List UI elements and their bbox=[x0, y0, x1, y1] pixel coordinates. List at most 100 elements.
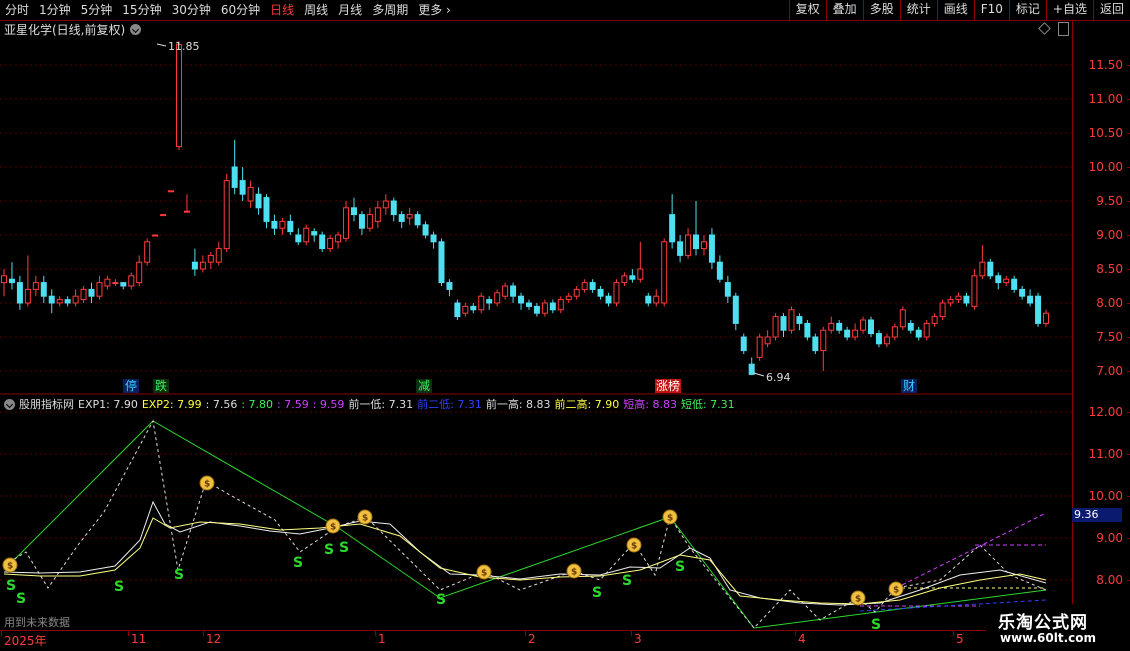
candle-body bbox=[207, 254, 214, 263]
candle-body bbox=[1043, 312, 1049, 324]
candle-body bbox=[1, 275, 7, 284]
money-bag-icon: $ bbox=[571, 568, 577, 578]
candle-body bbox=[875, 333, 882, 345]
price-dash-line bbox=[3, 419, 1047, 629]
candle-body bbox=[557, 299, 564, 311]
dropdown-circle-icon[interactable] bbox=[4, 398, 15, 410]
money-bag-icon: $ bbox=[7, 562, 13, 572]
candle-body bbox=[494, 292, 501, 304]
candle-body bbox=[589, 282, 596, 290]
indicator-value: 短低: 7.31 bbox=[680, 398, 735, 411]
candle-body bbox=[414, 214, 421, 226]
candle-body bbox=[80, 288, 87, 301]
event-tag[interactable]: 涨榜 bbox=[655, 379, 681, 393]
candle-body bbox=[422, 224, 429, 236]
stock-title: 亚星化学(日线,前复权) bbox=[4, 23, 126, 37]
sell-signal-icon: S bbox=[436, 592, 446, 608]
candle-body bbox=[486, 299, 493, 304]
candle-body bbox=[740, 336, 747, 352]
date-label: 5 bbox=[953, 631, 964, 646]
candle-body bbox=[390, 200, 397, 216]
candle-body bbox=[947, 299, 954, 304]
candle-body bbox=[756, 336, 763, 358]
candle-body bbox=[844, 329, 851, 338]
candle-body bbox=[1011, 278, 1018, 290]
money-bag-icon: $ bbox=[893, 586, 899, 596]
candle-body bbox=[541, 302, 548, 314]
sell-signal-icon: S bbox=[114, 579, 124, 595]
price-tick-label: 9.00 bbox=[1096, 228, 1130, 242]
date-label: 4 bbox=[795, 631, 806, 646]
candle-body bbox=[470, 305, 477, 311]
event-tag[interactable]: 减 bbox=[416, 379, 432, 393]
candle-body bbox=[48, 295, 55, 304]
candle-body bbox=[748, 363, 755, 375]
candle-body bbox=[764, 336, 771, 345]
candle-body bbox=[971, 275, 978, 307]
candle-body bbox=[366, 214, 373, 229]
candle-body bbox=[303, 227, 310, 243]
candle-body bbox=[915, 329, 922, 338]
candle-body bbox=[56, 299, 63, 304]
candle-body bbox=[263, 197, 270, 222]
candle-body bbox=[613, 282, 620, 304]
candle-body bbox=[478, 295, 485, 311]
zigzag-line bbox=[3, 420, 1047, 629]
candle-body bbox=[987, 261, 994, 277]
candle-body bbox=[685, 234, 692, 256]
watermark-title: 乐淘公式网 bbox=[998, 613, 1088, 633]
sell-signal-icon: S bbox=[324, 542, 334, 558]
candle-body bbox=[152, 234, 159, 237]
candle-body bbox=[955, 295, 962, 301]
candle-body bbox=[518, 295, 525, 304]
candle-body bbox=[661, 241, 668, 304]
high-price-label: 11.85 bbox=[168, 40, 200, 53]
candle-body bbox=[868, 319, 875, 335]
candle-body bbox=[112, 282, 119, 285]
low-pointer bbox=[753, 372, 765, 377]
candle-body bbox=[231, 166, 238, 188]
candle-body bbox=[1003, 278, 1010, 284]
candle-body bbox=[40, 282, 47, 297]
candle-body bbox=[255, 193, 262, 209]
indicator-tick-label: 11.00 bbox=[1088, 447, 1130, 461]
indicator-tick-label: 10.00 bbox=[1088, 489, 1130, 503]
candle-body bbox=[605, 295, 612, 304]
price-tick-label: 7.50 bbox=[1096, 330, 1130, 344]
back-button[interactable]: 返回 bbox=[1092, 0, 1130, 20]
candle-body bbox=[979, 261, 986, 277]
candle-body bbox=[669, 214, 676, 243]
candle-body bbox=[780, 316, 787, 331]
money-bag-icon: $ bbox=[204, 480, 210, 490]
price-axis: 11.50 11.00 10.50 10.00 9.50 9.00 8.50 8.00 7.50… bbox=[1072, 20, 1130, 630]
high-pointer bbox=[156, 43, 167, 47]
candle-body bbox=[462, 305, 469, 314]
candle-body bbox=[247, 186, 254, 202]
dropdown-circle-icon[interactable] bbox=[130, 24, 142, 35]
candle-body bbox=[907, 322, 914, 331]
sell-signal-icon: S bbox=[592, 585, 602, 601]
sell-signal-icon: S bbox=[622, 573, 632, 589]
event-tag[interactable]: 跌 bbox=[153, 379, 169, 393]
candle-body bbox=[939, 302, 946, 318]
event-tag[interactable]: 停 bbox=[123, 379, 139, 393]
indicator-value: : 7.56 bbox=[205, 397, 238, 411]
candle-body bbox=[406, 214, 413, 219]
candle-body bbox=[335, 234, 342, 243]
candle-body bbox=[883, 336, 890, 345]
candle-body bbox=[374, 207, 381, 222]
money-bag-icon: $ bbox=[667, 514, 673, 524]
candle-body bbox=[88, 288, 95, 297]
price-tick-label: 8.50 bbox=[1096, 262, 1130, 276]
candle-body bbox=[271, 220, 278, 229]
price-tick-label: 11.00 bbox=[1088, 92, 1130, 106]
candle-body bbox=[96, 282, 103, 297]
candle-body bbox=[700, 241, 707, 250]
money-bag-icon: $ bbox=[481, 569, 487, 579]
event-tag[interactable]: 财 bbox=[901, 379, 917, 393]
candle-body bbox=[923, 322, 930, 338]
date-label: 12 bbox=[202, 631, 222, 646]
chart-canvas[interactable]: 11.856.94SSSSSS SS SSSS$$$$$ $$$$$ bbox=[0, 0, 1072, 630]
sell-signal-icon: S bbox=[16, 591, 26, 607]
scroll-handle[interactable] bbox=[1058, 22, 1069, 36]
